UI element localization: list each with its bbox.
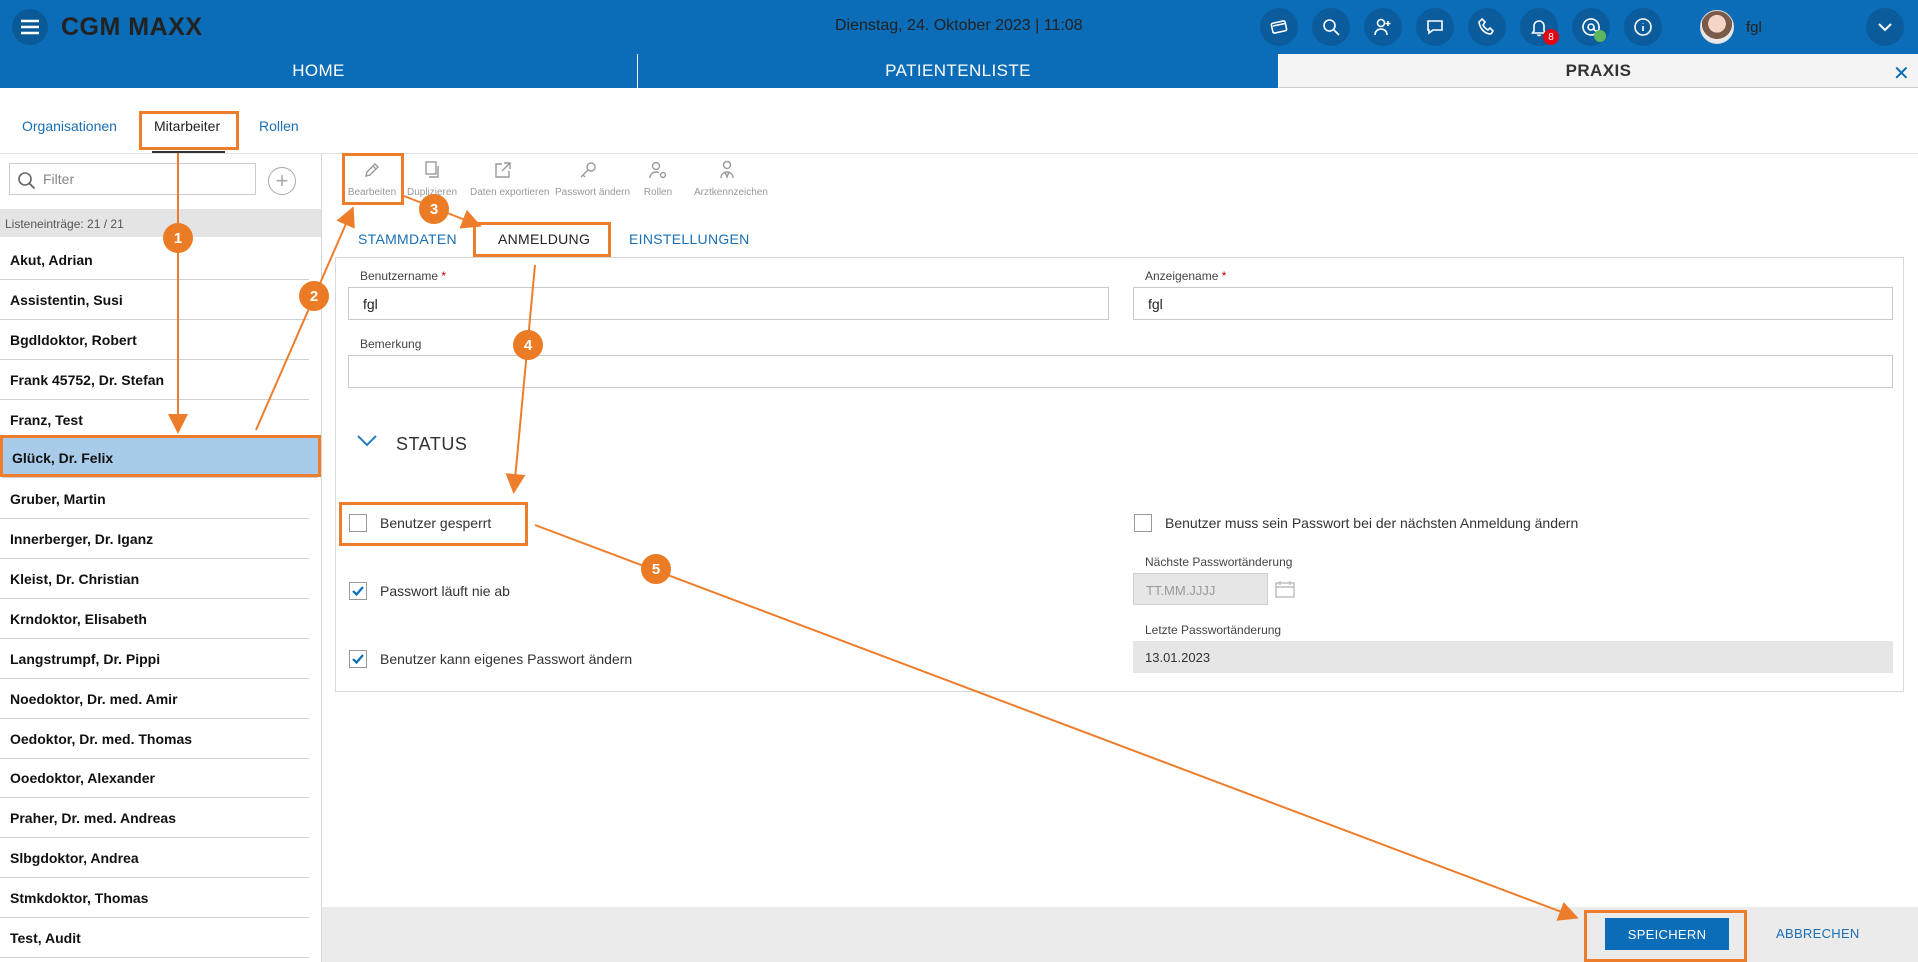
tab-home[interactable]: HOME — [0, 54, 637, 88]
status-section-title: STATUS — [396, 434, 468, 454]
avatar[interactable] — [1700, 10, 1734, 44]
highlight-box — [339, 502, 528, 546]
mail-at-icon[interactable] — [1572, 8, 1610, 46]
anzeigename-field[interactable]: fgl — [1133, 287, 1893, 320]
list-item[interactable]: Franz, Test — [0, 400, 309, 440]
divider — [0, 153, 1918, 154]
letzte-label: Letzte Passwortänderung — [1145, 623, 1282, 637]
doctor-icon — [720, 160, 734, 179]
list-item[interactable]: Gruber, Martin — [0, 479, 309, 519]
highlight-box — [0, 435, 321, 477]
tab-praxis[interactable]: PRAXIS — [1279, 54, 1918, 88]
phone-icon[interactable] — [1468, 8, 1506, 46]
naechste-date-input[interactable]: TT.MM.JJJJ — [1133, 573, 1268, 605]
step-marker-2: 2 — [299, 281, 329, 311]
list-item[interactable]: Innerberger, Dr. Iganz — [0, 519, 309, 559]
list-item[interactable]: Langstrumpf, Dr. Pippi — [0, 639, 309, 679]
export-button[interactable]: Daten exportieren — [470, 160, 550, 198]
naechste-label: Nächste Passwortänderung — [1145, 555, 1293, 569]
tab-patientenliste[interactable]: PATIENTENLISTE — [638, 54, 1278, 88]
anzeigename-label: Anzeigename * — [1145, 269, 1227, 283]
chevron-down-icon[interactable] — [356, 434, 378, 453]
eigenes-passwort-checkbox[interactable] — [349, 650, 367, 668]
username[interactable]: fgl — [1746, 19, 1762, 36]
add-user-icon[interactable] — [1364, 8, 1402, 46]
chat-icon[interactable] — [1416, 8, 1454, 46]
current-datetime: Dienstag, 24. Oktober 2023 | 11:08 — [835, 17, 1083, 34]
highlight-box — [1584, 910, 1747, 962]
letzte-passwortaenderung-value: 13.01.2023 — [1133, 641, 1893, 673]
list-item[interactable]: Praher, Dr. med. Andreas — [0, 798, 309, 838]
checkmark-icon — [352, 586, 364, 597]
user-gear-icon — [649, 161, 667, 179]
cancel-button[interactable]: ABBRECHEN — [1776, 926, 1860, 941]
search-icon — [17, 171, 37, 196]
subtab-organisationen[interactable]: Organisationen — [22, 118, 117, 134]
muss-aendern-checkbox[interactable] — [1134, 514, 1152, 532]
step-marker-1: 1 — [163, 223, 193, 253]
muss-aendern-label: Benutzer muss sein Passwort bei der näch… — [1165, 515, 1579, 531]
highlight-box — [473, 222, 611, 257]
duplicate-button[interactable]: Duplizieren — [399, 160, 465, 198]
duplicate-icon — [425, 161, 439, 178]
divider — [321, 154, 322, 962]
step-marker-5: 5 — [641, 554, 671, 584]
highlight-box — [342, 153, 404, 205]
list-item[interactable]: Noedoktor, Dr. med. Amir — [0, 679, 309, 719]
close-icon[interactable]: ✕ — [1893, 61, 1910, 86]
bemerkung-label: Bemerkung — [360, 337, 422, 351]
chevron-down-icon[interactable] — [1866, 8, 1904, 46]
step-marker-4: 4 — [513, 330, 543, 360]
list-item[interactable]: Test, Audit — [0, 918, 309, 958]
list-item[interactable]: Krndoktor, Elisabeth — [0, 599, 309, 639]
list-count: Listeneinträge: 21 / 21 — [5, 217, 124, 231]
change-password-button[interactable]: Passwort ändern — [555, 160, 631, 198]
benutzername-field[interactable]: fgl — [348, 287, 1109, 320]
checkmark-icon — [352, 654, 364, 665]
list-item[interactable]: Assistentin, Susi — [0, 280, 309, 320]
export-label: Daten exportieren — [470, 187, 550, 198]
form-panel — [335, 257, 1904, 692]
list-item[interactable]: Slbgdoktor, Andrea — [0, 838, 309, 878]
info-icon[interactable] — [1624, 8, 1662, 46]
search-icon[interactable] — [1312, 8, 1350, 46]
list-item[interactable]: Stmkdoktor, Thomas — [0, 878, 309, 918]
roles-label: Rollen — [643, 187, 673, 198]
list-item[interactable]: Ooedoktor, Alexander — [0, 758, 309, 798]
export-icon — [495, 162, 511, 178]
highlight-box — [139, 111, 239, 150]
add-icon[interactable]: + — [268, 167, 296, 195]
calendar-icon[interactable] — [1275, 580, 1295, 603]
passwort-nie-ab-checkbox[interactable] — [349, 582, 367, 600]
roles-button[interactable]: Rollen — [625, 160, 691, 198]
doctor-id-button[interactable]: Arztkennzeichen — [694, 160, 768, 198]
list-item[interactable]: Oedoktor, Dr. med. Thomas — [0, 719, 309, 759]
list-item[interactable]: Bgdldoktor, Robert — [0, 320, 309, 360]
step-marker-3: 3 — [419, 194, 449, 224]
benutzername-label: Benutzername * — [360, 269, 447, 283]
filter-placeholder: Filter — [43, 171, 75, 187]
change-password-label: Passwort ändern — [555, 187, 631, 198]
bemerkung-field[interactable] — [348, 355, 1893, 388]
passwort-nie-ab-label: Passwort läuft nie ab — [380, 583, 510, 599]
app-logo: CGM MAXX — [61, 13, 203, 41]
hamburger-menu-icon[interactable] — [12, 9, 48, 45]
tab-stammdaten[interactable]: STAMMDATEN — [358, 231, 457, 247]
list-item[interactable]: Kleist, Dr. Christian — [0, 559, 309, 599]
list-item[interactable]: Akut, Adrian — [0, 240, 309, 280]
key-icon — [580, 162, 596, 178]
notification-badge: 8 — [1543, 29, 1559, 45]
card-reader-icon[interactable] — [1260, 8, 1298, 46]
tab-einstellungen[interactable]: EINSTELLUNGEN — [629, 231, 750, 247]
doctor-id-label: Arztkennzeichen — [694, 187, 768, 198]
eigenes-passwort-label: Benutzer kann eigenes Passwort ändern — [380, 651, 633, 667]
subtab-rollen[interactable]: Rollen — [259, 118, 299, 134]
list-item[interactable]: Frank 45752, Dr. Stefan — [0, 360, 309, 400]
